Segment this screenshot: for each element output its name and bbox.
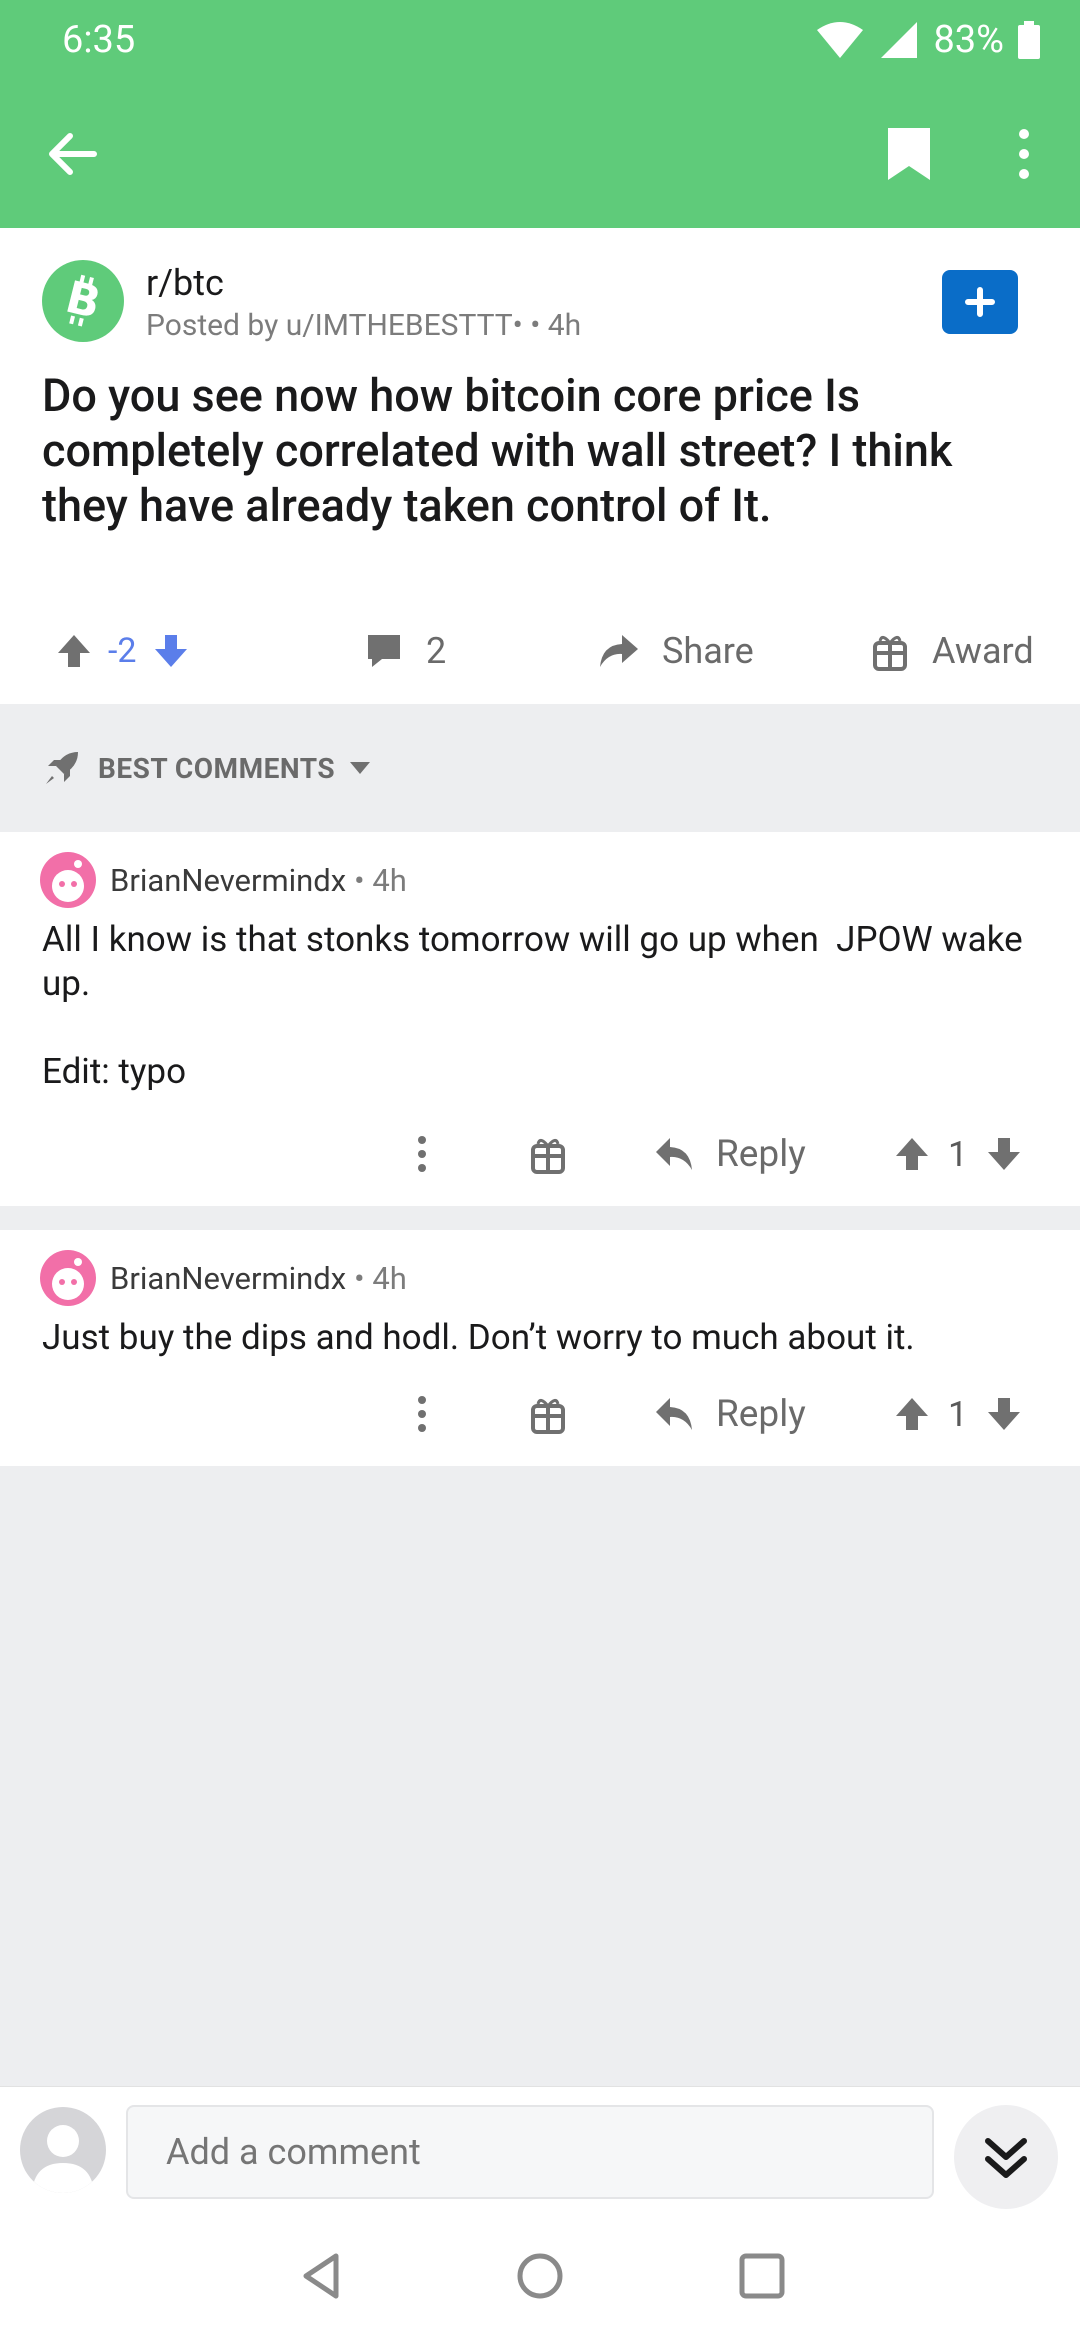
avatar[interactable] (20, 2107, 106, 2193)
bitcoin-icon: B (61, 272, 106, 330)
comment-score: 1 (948, 1393, 968, 1435)
comment-author[interactable]: BrianNevermindx (110, 862, 346, 899)
award-button[interactable]: Award (872, 608, 1034, 694)
subreddit-name[interactable]: r/btc (146, 262, 224, 304)
vote-group: -2 (54, 608, 191, 694)
battery-icon (1018, 21, 1040, 59)
nav-back-icon[interactable] (296, 2250, 348, 2302)
reply-icon (656, 1398, 692, 1430)
comment-more-button[interactable] (410, 1374, 434, 1454)
comment-item: BrianNevermindx • 4h All I know is that … (0, 832, 1080, 1206)
post-vote-count: -2 (108, 631, 137, 671)
comment-body: All I know is that stonks tomorrow will … (42, 919, 1023, 1092)
gift-icon (531, 1139, 565, 1174)
status-bar: 6:35 83% (0, 0, 1080, 80)
comment-actions: Reply 1 (0, 1374, 1080, 1454)
post-title[interactable]: Do you see now how bitcoin core price Is… (42, 368, 1042, 533)
reply-label: Reply (716, 1392, 806, 1436)
system-nav-bar (0, 2214, 1080, 2340)
share-label: Share (662, 630, 754, 672)
downvote-icon[interactable] (984, 1134, 1024, 1174)
subreddit-avatar[interactable]: B (42, 260, 124, 342)
reply-label: Reply (716, 1132, 806, 1176)
reply-button[interactable]: Reply (654, 1114, 806, 1194)
comment-age: • 4h (354, 1259, 407, 1297)
wifi-icon (817, 22, 864, 58)
comment-vote-group: 1 (892, 1374, 1024, 1454)
comment-more-button[interactable] (410, 1114, 434, 1194)
back-arrow-icon[interactable] (44, 126, 100, 182)
snoo-avatar-icon (52, 860, 84, 902)
status-time: 6:35 (62, 18, 136, 62)
comment-award-button[interactable] (530, 1114, 566, 1194)
more-vert-icon (418, 1396, 426, 1432)
comment-author[interactable]: BrianNevermindx (110, 1260, 346, 1297)
comment-count: 2 (426, 630, 447, 672)
add-comment-input[interactable] (126, 2105, 934, 2199)
battery-percent: 83% (933, 18, 1004, 62)
more-vert-icon[interactable] (1006, 124, 1042, 184)
comment-award-button[interactable] (530, 1374, 566, 1454)
join-subreddit-button[interactable] (942, 270, 1018, 334)
bookmark-icon[interactable] (884, 124, 934, 184)
comments-button[interactable]: 2 (364, 608, 446, 694)
comment-icon (368, 635, 400, 667)
avatar[interactable] (40, 852, 96, 908)
downvote-icon[interactable] (984, 1394, 1024, 1434)
comment-sort-button[interactable]: BEST COMMENTS (0, 706, 1080, 830)
upvote-icon[interactable] (892, 1394, 932, 1434)
post-action-row: -2 2 Share Award (0, 608, 1080, 694)
nav-recents-icon[interactable] (736, 2250, 788, 2302)
comment-header: BrianNevermindx • 4h (40, 852, 407, 908)
comment-vote-group: 1 (892, 1114, 1024, 1194)
snoo-avatar-icon (52, 1258, 84, 1300)
upvote-icon[interactable] (892, 1134, 932, 1174)
collapse-comments-button[interactable] (954, 2105, 1058, 2209)
share-button[interactable]: Share (596, 608, 754, 694)
comment-actions: Reply 1 (0, 1114, 1080, 1194)
downvote-icon[interactable] (151, 631, 191, 671)
post-card: B r/btc Posted by u/IMTHEBESTTT• • 4h Do… (0, 228, 1080, 704)
cell-signal-icon (881, 22, 918, 58)
share-icon (600, 635, 638, 667)
avatar[interactable] (40, 1250, 96, 1306)
post-meta: Posted by u/IMTHEBESTTT• • 4h (146, 308, 582, 343)
user-avatar-icon (32, 2125, 94, 2193)
award-label: Award (932, 630, 1034, 672)
upvote-icon[interactable] (54, 631, 94, 671)
reply-button[interactable]: Reply (654, 1374, 806, 1454)
comment-body: Just buy the dips and hodl. Don’t worry … (42, 1317, 915, 1358)
rocket-icon (46, 752, 78, 784)
plus-icon (965, 287, 995, 317)
reply-icon (656, 1138, 692, 1170)
sort-label: BEST COMMENTS (98, 751, 336, 785)
double-chevron-down-icon (985, 2138, 1027, 2178)
comment-age: • 4h (354, 861, 407, 899)
nav-home-icon[interactable] (514, 2250, 566, 2302)
comment-header: BrianNevermindx • 4h (40, 1250, 407, 1306)
chevron-down-icon (350, 762, 371, 774)
comment-composer-bar (0, 2086, 1080, 2214)
status-icons: 83% (815, 18, 1040, 62)
comment-score: 1 (948, 1133, 968, 1175)
app-bar (0, 80, 1080, 228)
gift-icon (873, 636, 907, 671)
comment-item: BrianNevermindx • 4h Just buy the dips a… (0, 1230, 1080, 1466)
gift-icon (531, 1399, 565, 1434)
more-vert-icon (418, 1136, 426, 1172)
